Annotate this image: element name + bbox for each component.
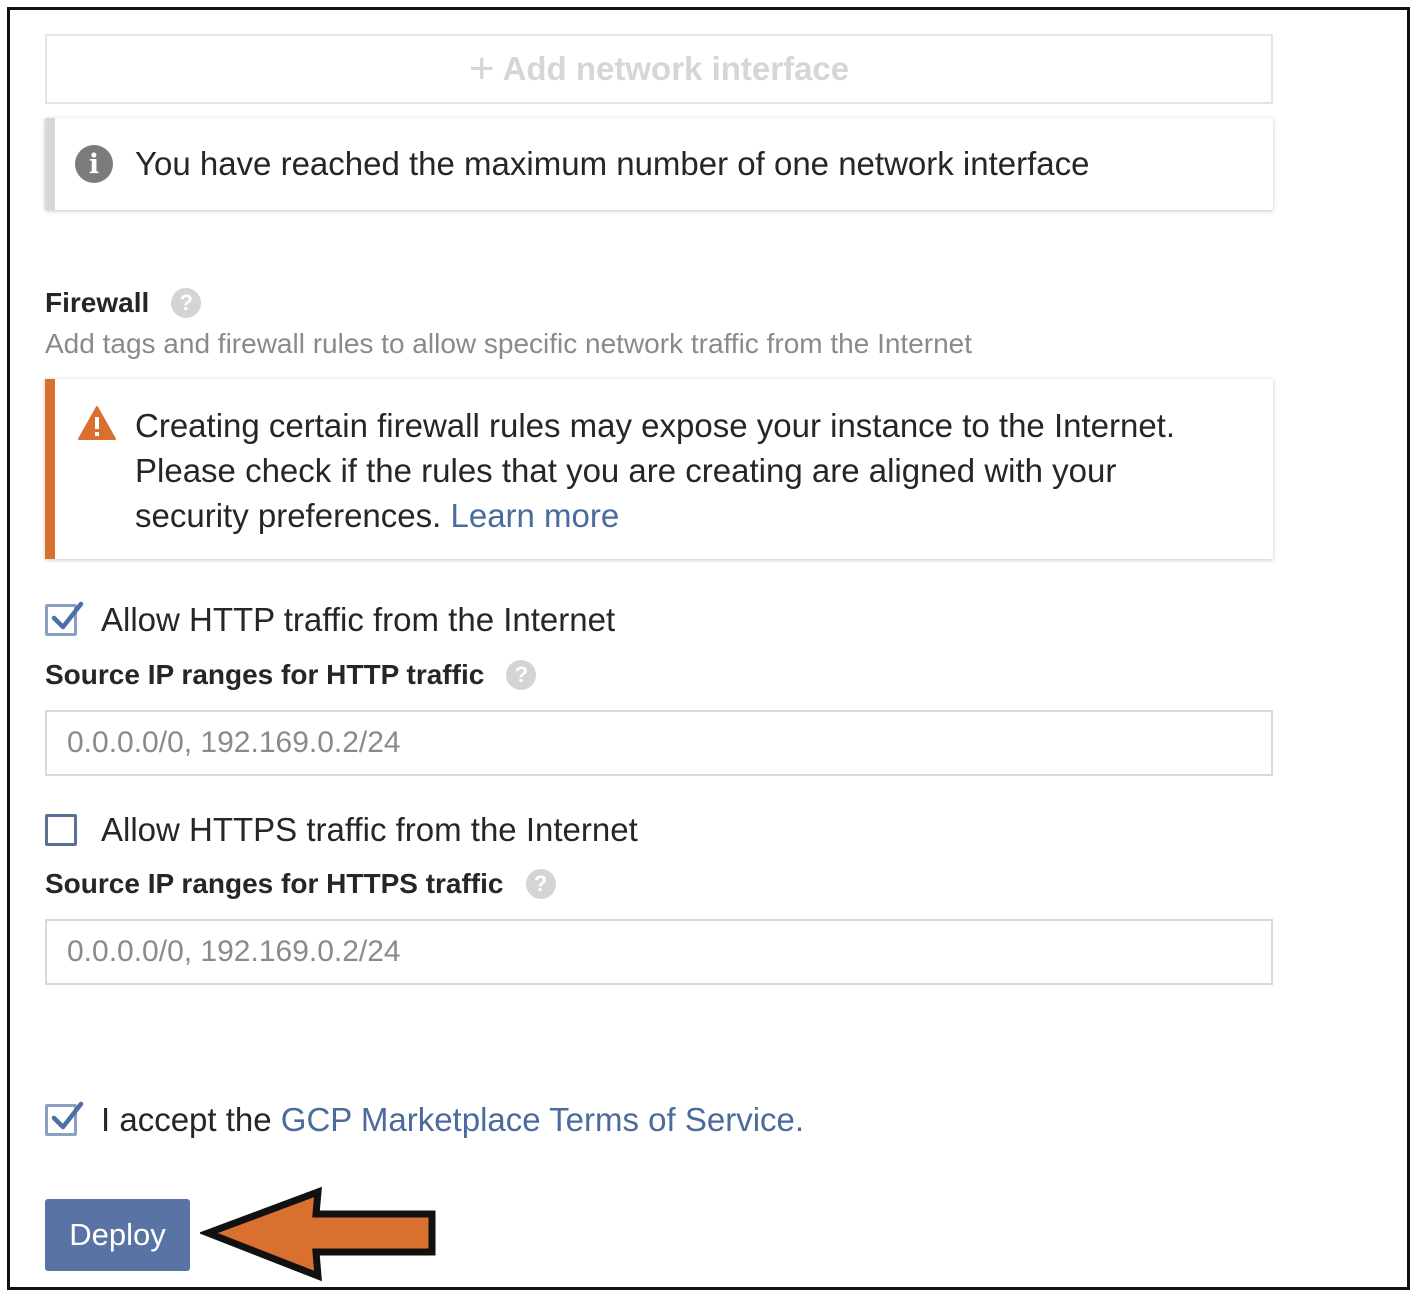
warning-line-2: Please check if the rules that you are c… <box>135 452 1117 489</box>
http-source-ip-label: Source IP ranges for HTTP traffic <box>45 659 485 690</box>
allow-http-row[interactable]: Allow HTTP traffic from the Internet <box>45 601 615 639</box>
help-icon[interactable]: ? <box>506 660 537 690</box>
terms-row[interactable]: I accept the GCP Marketplace Terms of Se… <box>45 1101 804 1139</box>
deploy-button[interactable]: Deploy <box>45 1199 190 1271</box>
max-interface-info-banner: i You have reached the maximum number of… <box>45 118 1273 210</box>
firewall-warning-banner: Creating certain firewall rules may expo… <box>45 379 1273 559</box>
terms-prefix: I accept the <box>101 1101 272 1138</box>
allow-https-row[interactable]: Allow HTTPS traffic from the Internet <box>45 811 638 849</box>
http-source-ip-input[interactable] <box>45 710 1273 776</box>
http-source-ip-heading: Source IP ranges for HTTP traffic ? <box>45 659 537 691</box>
info-icon: i <box>75 145 113 183</box>
checkmark-icon <box>51 601 84 630</box>
add-network-interface-label: Add network interface <box>502 50 850 87</box>
add-network-interface-button[interactable]: + Add network interface <box>45 34 1273 104</box>
firewall-subtitle: Add tags and firewall rules to allow spe… <box>45 328 973 359</box>
firewall-warning-text: Creating certain firewall rules may expo… <box>135 403 1255 538</box>
plus-icon: + <box>468 44 495 93</box>
https-source-ip-input[interactable] <box>45 919 1273 985</box>
warning-line-3: security preferences. Learn more <box>135 493 1255 538</box>
checkmark-icon <box>51 1101 84 1130</box>
terms-of-service-link[interactable]: GCP Marketplace Terms of Service. <box>281 1101 804 1139</box>
allow-http-checkbox[interactable] <box>45 601 84 636</box>
help-icon[interactable]: ? <box>525 869 556 899</box>
help-icon[interactable]: ? <box>171 288 202 318</box>
terms-checkbox[interactable] <box>45 1101 84 1136</box>
annotation-arrow-icon <box>200 1186 436 1282</box>
learn-more-link[interactable]: Learn more <box>450 497 619 534</box>
warning-line-3-text: security preferences. <box>135 497 442 534</box>
https-source-ip-heading: Source IP ranges for HTTPS traffic ? <box>45 868 556 900</box>
firewall-title: Firewall <box>45 287 150 318</box>
allow-https-checkbox[interactable] <box>45 814 77 846</box>
max-interface-notice: You have reached the maximum number of o… <box>135 145 1090 182</box>
warning-icon <box>78 406 116 440</box>
allow-https-label: Allow HTTPS traffic from the Internet <box>101 811 638 848</box>
warning-line-1: Creating certain firewall rules may expo… <box>135 407 1176 444</box>
firewall-heading: Firewall ? <box>45 287 202 319</box>
allow-http-label: Allow HTTP traffic from the Internet <box>101 601 616 638</box>
https-source-ip-label: Source IP ranges for HTTPS traffic <box>45 868 504 899</box>
